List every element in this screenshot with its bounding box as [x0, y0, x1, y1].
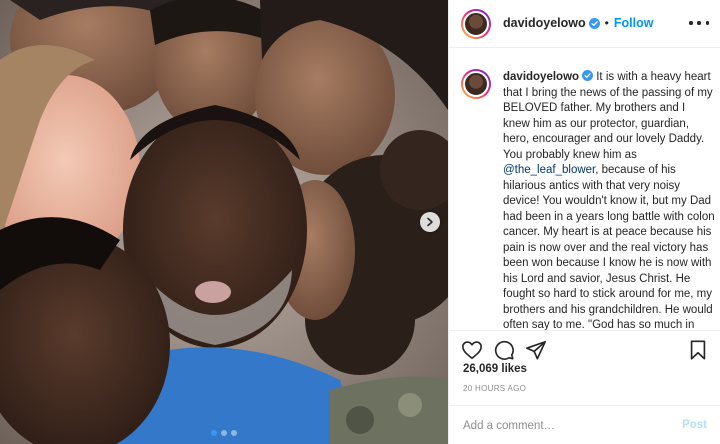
post-comment-button[interactable]: Post	[682, 419, 707, 431]
carousel-next-button[interactable]	[420, 212, 440, 232]
carousel-dot	[221, 430, 227, 436]
post-timestamp[interactable]: 20 HOURS AGO	[463, 384, 526, 393]
caption-username-link[interactable]: davidoyelowo	[503, 71, 579, 83]
comment-icon[interactable]	[493, 339, 515, 361]
more-options-icon[interactable]	[689, 16, 709, 30]
heart-icon[interactable]	[461, 339, 483, 361]
verified-badge-icon	[582, 70, 594, 81]
action-bar	[449, 330, 720, 366]
chevron-right-icon	[427, 217, 433, 227]
mention-link[interactable]: @the_leaf_blower	[503, 164, 595, 176]
caption-body-part-2: , because of his hilarious antics with t…	[503, 164, 715, 331]
caption-text: davidoyelowo It is with a heavy heart th…	[503, 70, 715, 334]
verified-badge-icon	[588, 17, 600, 29]
post-header: davidoyelowo • Follow	[449, 0, 720, 48]
likes-count[interactable]: 26,069 likes	[463, 363, 527, 375]
carousel-indicator	[0, 430, 448, 436]
post-photo[interactable]	[0, 0, 448, 444]
carousel-dot	[231, 430, 237, 436]
comment-input[interactable]	[463, 416, 663, 436]
follow-button[interactable]: Follow	[614, 16, 654, 30]
header-user: davidoyelowo • Follow	[503, 16, 653, 30]
post-side-panel: davidoyelowo • Follow davidoyelowo It is…	[448, 0, 720, 444]
separator-dot: •	[604, 16, 609, 30]
caption-body-part-1: It is with a heavy heart that I bring th…	[503, 71, 713, 161]
caption-area: davidoyelowo It is with a heavy heart th…	[449, 60, 720, 334]
bookmark-icon[interactable]	[687, 339, 709, 361]
carousel-dot	[211, 430, 217, 436]
family-photo-image	[0, 0, 448, 444]
avatar[interactable]	[461, 69, 491, 99]
share-icon[interactable]	[525, 339, 547, 361]
username-link[interactable]: davidoyelowo	[503, 16, 586, 30]
avatar[interactable]	[461, 9, 491, 39]
comment-bar: Post	[449, 405, 720, 444]
